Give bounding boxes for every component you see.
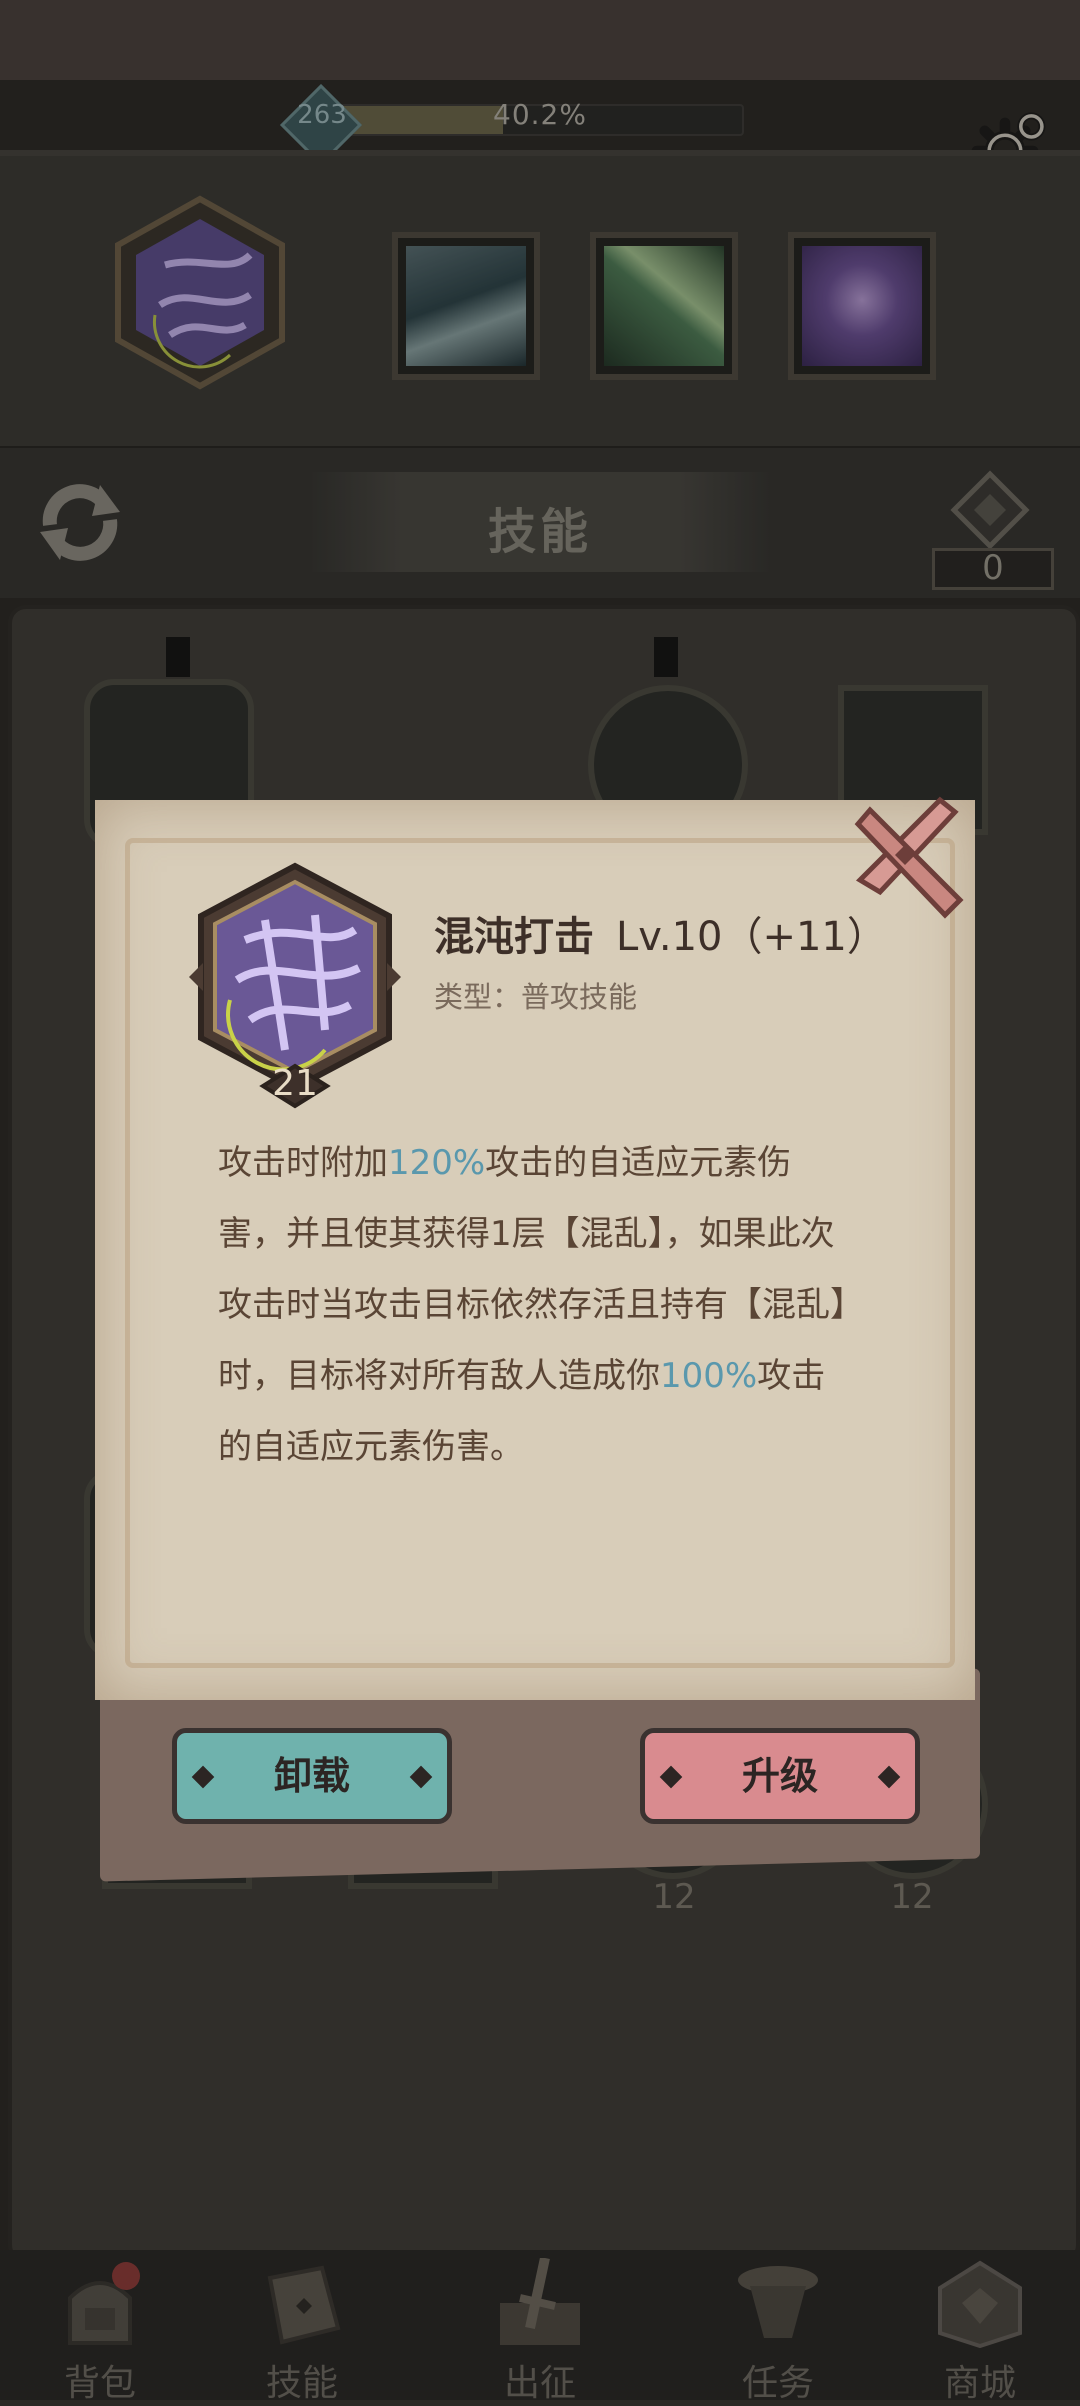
desc-highlight: 120%: [388, 1143, 486, 1183]
diamond-icon: [877, 1765, 901, 1789]
skill-name: 混沌打击: [434, 914, 594, 960]
upgrade-button-label: 升级: [741, 1754, 818, 1798]
diamond-icon: [659, 1765, 683, 1789]
unload-button-label: 卸载: [273, 1754, 350, 1798]
skill-icon-level: 21: [272, 1063, 318, 1104]
skill-title: 混沌打击 Lv.10（+11）: [434, 904, 887, 962]
unload-button[interactable]: 卸载: [172, 1728, 452, 1824]
desc-highlight: 100%: [660, 1356, 758, 1396]
skill-level: Lv.10（+11）: [616, 914, 887, 960]
upgrade-button[interactable]: 升级: [640, 1728, 920, 1824]
skill-type: 类型：普攻技能: [434, 980, 638, 1014]
diamond-icon: [409, 1765, 433, 1789]
skill-description: 攻击时附加120%攻击的自适应元素伤害，并且使其获得1层【混乱】，如果此次攻击时…: [218, 1128, 858, 1483]
desc-text: 攻击时附加: [218, 1143, 388, 1183]
diamond-icon: [191, 1765, 215, 1789]
